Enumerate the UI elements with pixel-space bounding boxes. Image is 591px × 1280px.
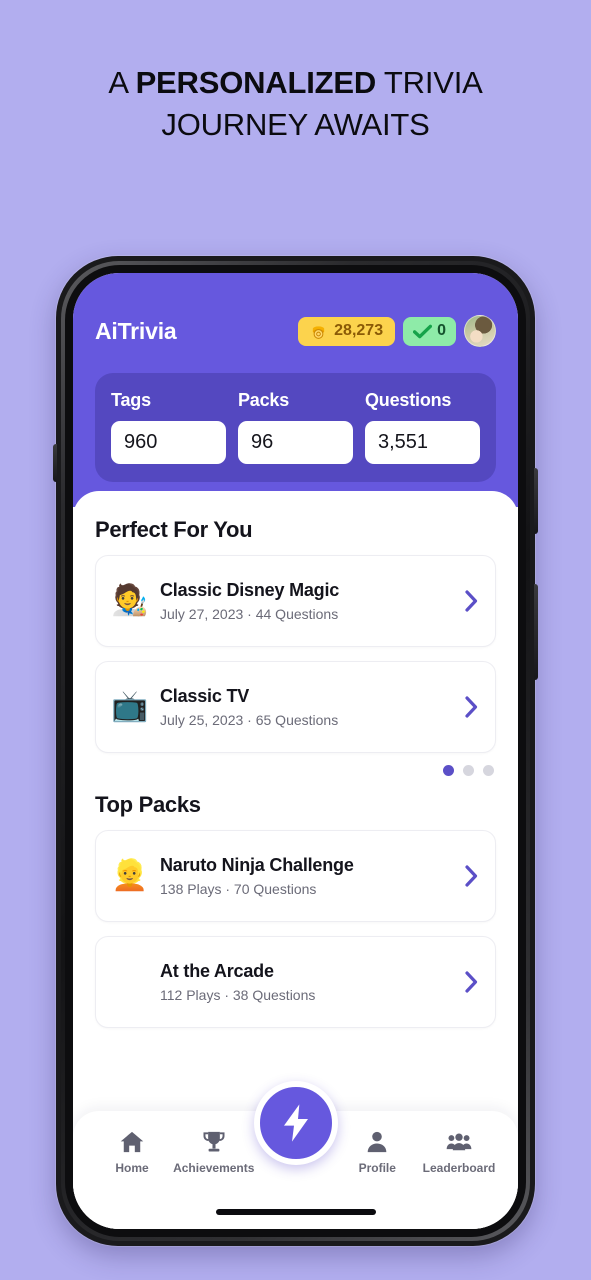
ninja-character-emoji: 👱 <box>111 859 149 892</box>
section-title-top-packs: Top Packs <box>95 792 201 817</box>
list-item-subtitle: 112 Plays · 38 Questions <box>160 987 316 1003</box>
list-item-text: Naruto Ninja Challenge 138 Plays · 70 Qu… <box>152 855 464 897</box>
nav-item-leaderboard[interactable]: Leaderboard <box>422 1129 496 1175</box>
section-title-perfect-for-you: Perfect For You <box>95 517 253 542</box>
stat-questions-value[interactable]: 3,551 <box>365 421 480 464</box>
carousel-pagination[interactable] <box>95 765 496 776</box>
phone-silent-switch[interactable] <box>53 444 57 482</box>
pagination-dot-3[interactable] <box>483 765 494 776</box>
bottom-navigation-bar: Home Achievements Profile Leaderboard <box>73 1081 518 1229</box>
list-item[interactable]: 📺 Classic TV July 25, 2023 · 65 Question… <box>95 661 496 753</box>
list-item-text: At the Arcade 112 Plays · 38 Questions <box>152 961 464 1003</box>
phone-mockup: AiTrivia 28,273 0 Tags 960 Packs 96 Ques… <box>53 256 538 1246</box>
list-item-title: Classic Disney Magic <box>160 580 340 600</box>
check-mark-icon <box>413 324 433 338</box>
coins-badge[interactable]: 28,273 <box>298 316 396 346</box>
stat-packs-value[interactable]: 96 <box>238 421 353 464</box>
home-icon <box>120 1131 144 1153</box>
list-item-text: Classic TV July 25, 2023 · 65 Questions <box>152 686 464 728</box>
list-item[interactable]: 👱 Naruto Ninja Challenge 138 Plays · 70 … <box>95 830 496 922</box>
stat-questions: Questions 3,551 <box>365 390 480 464</box>
headline-part-b: TRIVIA <box>376 65 483 100</box>
nav-item-achievements[interactable]: Achievements <box>173 1129 254 1175</box>
coins-value: 28,273 <box>334 322 384 339</box>
headline-line-1: A PERSONALIZED TRIVIA <box>0 62 591 104</box>
list-item[interactable]: At the Arcade 112 Plays · 38 Questions <box>95 936 496 1028</box>
television-emoji: 📺 <box>111 690 149 723</box>
app-brand-title: AiTrivia <box>95 317 177 344</box>
phone-power-button[interactable] <box>534 584 538 680</box>
stat-tags-label: Tags <box>111 390 151 410</box>
headline-line-2: JOURNEY AWAITS <box>161 107 430 142</box>
stat-tags-value[interactable]: 960 <box>111 421 226 464</box>
list-item-title: At the Arcade <box>160 961 274 981</box>
list-item-subtitle: 138 Plays · 70 Questions <box>160 881 317 897</box>
quick-play-fab-button[interactable] <box>253 1081 338 1165</box>
headline-emphasis: PERSONALIZED <box>135 65 377 100</box>
chevron-right-icon[interactable] <box>464 589 479 613</box>
app-header-row: AiTrivia 28,273 0 <box>95 311 496 351</box>
stat-packs: Packs 96 <box>238 390 353 464</box>
lightning-bolt-icon <box>283 1104 308 1142</box>
nav-item-profile-label: Profile <box>358 1161 396 1175</box>
person-icon <box>367 1131 387 1153</box>
phone-screen: AiTrivia 28,273 0 Tags 960 Packs 96 Ques… <box>73 273 518 1229</box>
nav-item-achievements-label: Achievements <box>173 1161 255 1175</box>
chevron-right-icon[interactable] <box>464 970 479 994</box>
home-indicator[interactable] <box>215 1209 376 1215</box>
nav-item-home[interactable]: Home <box>95 1129 169 1175</box>
coin-stack-icon <box>312 325 325 339</box>
app-header: AiTrivia 28,273 0 Tags 960 Packs 96 Ques… <box>73 273 518 507</box>
trophy-icon <box>203 1131 225 1152</box>
list-item-title: Classic TV <box>160 686 250 706</box>
list-item-title: Naruto Ninja Challenge <box>160 855 354 875</box>
chevron-right-icon[interactable] <box>464 695 479 719</box>
stat-packs-label: Packs <box>238 390 290 410</box>
nav-item-home-label: Home <box>115 1161 149 1175</box>
list-item-text: Classic Disney Magic July 27, 2023 · 44 … <box>152 580 464 622</box>
streak-badge[interactable]: 0 <box>403 316 456 346</box>
stat-tags: Tags 960 <box>111 390 226 464</box>
list-item[interactable]: 🧑‍🎨 Classic Disney Magic July 27, 2023 ·… <box>95 555 496 647</box>
nav-item-profile[interactable]: Profile <box>340 1129 414 1175</box>
list-item-subtitle: July 25, 2023 · 65 Questions <box>160 712 339 728</box>
chevron-right-icon[interactable] <box>464 864 479 888</box>
stat-questions-label: Questions <box>365 390 452 410</box>
user-avatar[interactable] <box>464 315 496 347</box>
header-status-group: 28,273 0 <box>298 315 496 347</box>
stats-panel: Tags 960 Packs 96 Questions 3,551 <box>95 373 496 482</box>
nav-item-leaderboard-label: Leaderboard <box>422 1161 496 1175</box>
list-item-subtitle: July 27, 2023 · 44 Questions <box>160 606 339 622</box>
people-group-icon <box>446 1133 472 1151</box>
headline-part-a: A <box>108 65 136 100</box>
pagination-dot-2[interactable] <box>463 765 474 776</box>
pagination-dot-1[interactable] <box>443 765 454 776</box>
page-headline: A PERSONALIZED TRIVIA JOURNEY AWAITS <box>0 62 591 146</box>
phone-volume-button[interactable] <box>534 468 538 534</box>
streak-value: 0 <box>437 322 446 339</box>
disney-character-emoji: 🧑‍🎨 <box>111 584 149 617</box>
